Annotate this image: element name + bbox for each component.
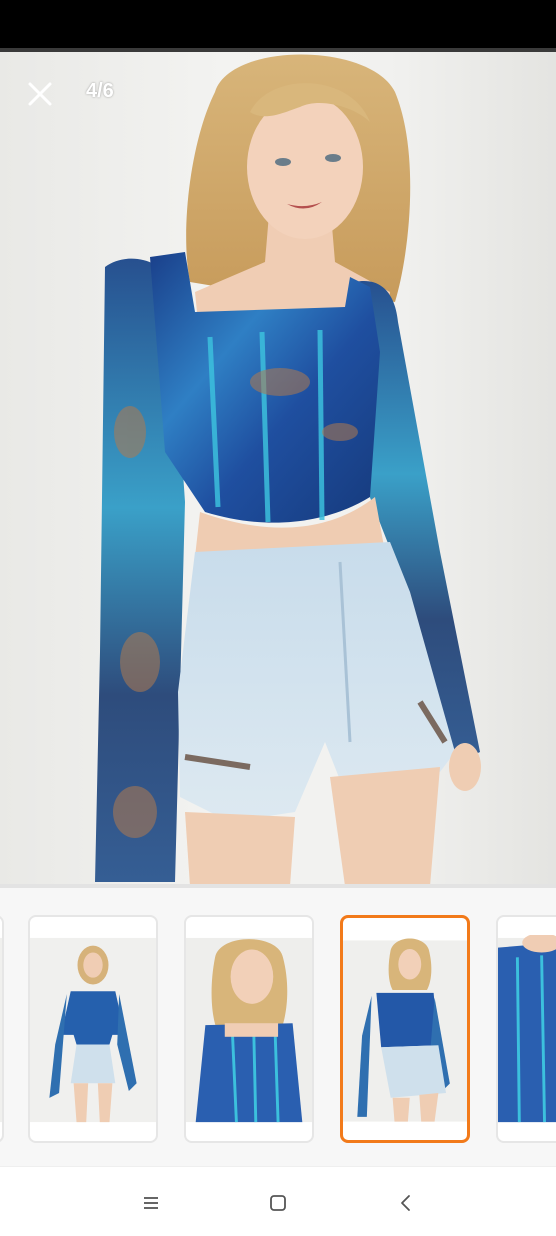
back-button[interactable] [388, 1185, 424, 1221]
thumbnail-strip[interactable] [0, 888, 556, 1166]
thumbnail-image [0, 937, 2, 1123]
thumbnail-image [186, 937, 312, 1123]
close-button[interactable] [22, 76, 58, 112]
main-product-photo[interactable] [0, 52, 556, 886]
recents-button[interactable] [133, 1185, 169, 1221]
home-square-icon [270, 1195, 286, 1211]
thumbnail-image [30, 937, 156, 1123]
thumbnail-image [343, 938, 467, 1122]
thumbnail-5[interactable] [496, 915, 556, 1143]
thumbnail-2[interactable] [28, 915, 158, 1143]
status-bar [0, 0, 556, 48]
thumbnail-3[interactable] [184, 915, 314, 1143]
thumbnail-1[interactable] [0, 915, 4, 1143]
close-icon [28, 82, 52, 106]
thumbnail-4[interactable] [340, 915, 470, 1143]
system-navigation-bar [0, 1166, 556, 1236]
back-chevron-icon [401, 1195, 410, 1211]
thumbnail-image [498, 935, 556, 1123]
home-button[interactable] [260, 1185, 296, 1221]
model-illustration [95, 54, 481, 886]
menu-icon [144, 1197, 158, 1209]
image-counter: 4/6 [86, 80, 114, 102]
